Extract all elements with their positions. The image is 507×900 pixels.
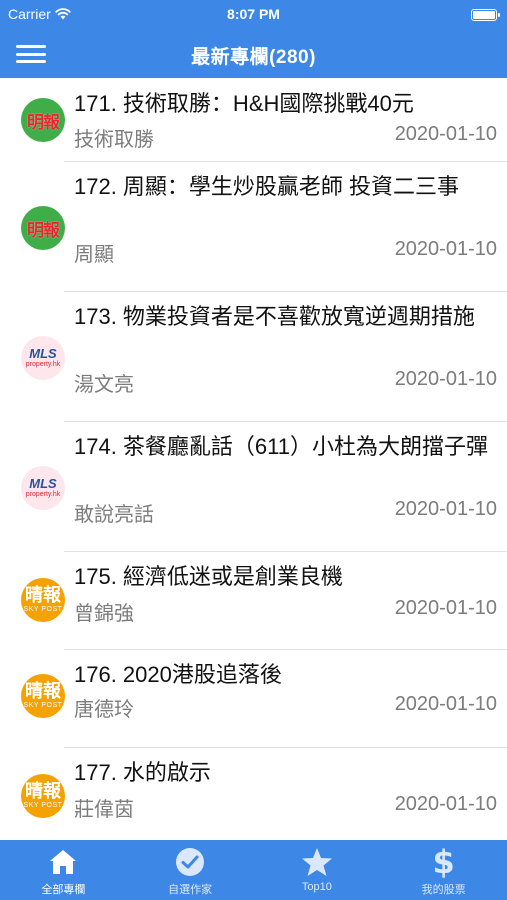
article-row[interactable]: MLS property.hk 173. 物業投資者是不喜歡放寬逆週期措施 湯文… xyxy=(0,292,507,422)
skypost-logo-icon: 晴報 SKY POST xyxy=(21,578,65,622)
article-date: 2020-01-10 xyxy=(394,238,497,260)
article-row[interactable]: 明報 171. 技術取勝：H&H國際挑戰40元 技術取勝 2020-01-10 xyxy=(0,78,507,162)
skypost-logo-icon: 晴報 SKY POST xyxy=(21,674,65,718)
dollar-icon: $ xyxy=(432,843,455,881)
article-title: 173. 物業投資者是不喜歡放寬逆週期措施 xyxy=(74,304,475,329)
article-row[interactable]: 晴報 SKY POST 176. 2020港股追落後 唐德玲 2020-01-1… xyxy=(0,650,507,748)
article-author: 唐德玲 xyxy=(74,699,134,721)
tab-bar: 全部專欄 自選作家 Top10 $ 我的股票 xyxy=(0,840,507,900)
article-title: 174. 茶餐廳亂話（611）小杜為大朗擋子彈 xyxy=(74,434,489,459)
mingpao-logo-icon: 明報 xyxy=(21,98,65,142)
page-title: 最新專欄(280) xyxy=(191,47,316,68)
mls-property-logo-icon: MLS property.hk xyxy=(21,466,65,510)
battery-icon xyxy=(471,9,500,21)
article-title: 171. 技術取勝：H&H國際挑戰40元 xyxy=(74,91,414,116)
article-author: 莊偉茵 xyxy=(74,799,134,821)
article-author: 曾錦強 xyxy=(74,603,134,625)
article-row[interactable]: 明報 172. 周顯：學生炒股贏老師 投資二三事 周顯 2020-01-10 xyxy=(0,162,507,292)
article-list[interactable]: 明報 171. 技術取勝：H&H國際挑戰40元 技術取勝 2020-01-10 … xyxy=(0,78,507,840)
tab-label: 全部專欄 xyxy=(41,884,86,896)
tab-label: 自選作家 xyxy=(168,884,213,896)
nav-bar: 最新專欄(280) xyxy=(0,30,507,78)
article-row[interactable]: 晴報 SKY POST 177. 水的啟示 莊偉茵 2020-01-10 xyxy=(0,748,507,840)
tab-label: Top10 xyxy=(301,881,332,893)
article-row[interactable]: MLS property.hk 174. 茶餐廳亂話（611）小杜為大朗擋子彈 … xyxy=(0,422,507,552)
article-date: 2020-01-10 xyxy=(394,498,497,520)
article-date: 2020-01-10 xyxy=(394,693,497,715)
article-date: 2020-01-10 xyxy=(394,597,497,619)
article-row[interactable]: 晴報 SKY POST 175. 經濟低迷或是創業良機 曾錦強 2020-01-… xyxy=(0,552,507,650)
mls-property-logo-icon: MLS property.hk xyxy=(21,336,65,380)
article-title: 177. 水的啟示 xyxy=(74,760,211,785)
checkmark-circle-icon xyxy=(173,846,207,878)
mingpao-logo-icon: 明報 xyxy=(21,206,65,250)
tab-my-stocks[interactable]: $ 我的股票 xyxy=(380,840,507,900)
home-icon xyxy=(46,846,80,878)
tab-all-columns[interactable]: 全部專欄 xyxy=(0,840,127,900)
star-icon xyxy=(300,846,334,878)
article-title: 176. 2020港股追落後 xyxy=(74,662,282,687)
clock: 8:07 PM xyxy=(227,6,280,22)
article-title: 172. 周顯：學生炒股贏老師 投資二三事 xyxy=(74,174,460,199)
tab-favorite-authors[interactable]: 自選作家 xyxy=(127,840,254,900)
article-date: 2020-01-10 xyxy=(394,123,497,145)
tab-top10[interactable]: Top10 xyxy=(254,840,381,900)
status-bar: Carrier 8:07 PM xyxy=(0,0,507,30)
skypost-logo-icon: 晴報 SKY POST xyxy=(21,774,65,818)
article-date: 2020-01-10 xyxy=(394,793,497,815)
article-author: 周顯 xyxy=(74,244,114,266)
article-title: 175. 經濟低迷或是創業良機 xyxy=(74,564,343,589)
article-author: 技術取勝 xyxy=(74,129,154,151)
article-date: 2020-01-10 xyxy=(394,368,497,390)
article-author: 敢說亮話 xyxy=(74,504,154,526)
article-author: 湯文亮 xyxy=(74,374,134,396)
tab-label: 我的股票 xyxy=(421,884,466,896)
